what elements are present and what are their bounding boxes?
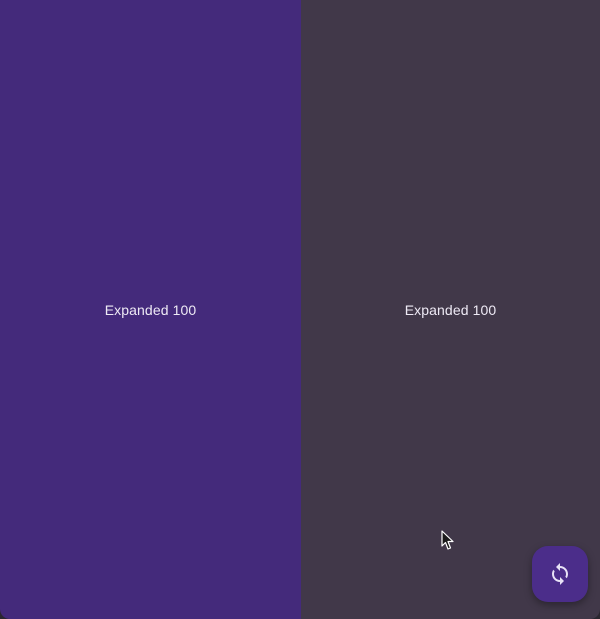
app-window: Expanded 100 Expanded 100	[0, 0, 600, 619]
expanded-panel-left: Expanded 100	[0, 0, 301, 619]
panel-label-left: Expanded 100	[104, 301, 197, 318]
refresh-button[interactable]	[532, 546, 588, 602]
panel-label-right: Expanded 100	[404, 301, 497, 318]
refresh-icon	[552, 563, 568, 585]
expanded-panel-right: Expanded 100	[301, 0, 600, 619]
